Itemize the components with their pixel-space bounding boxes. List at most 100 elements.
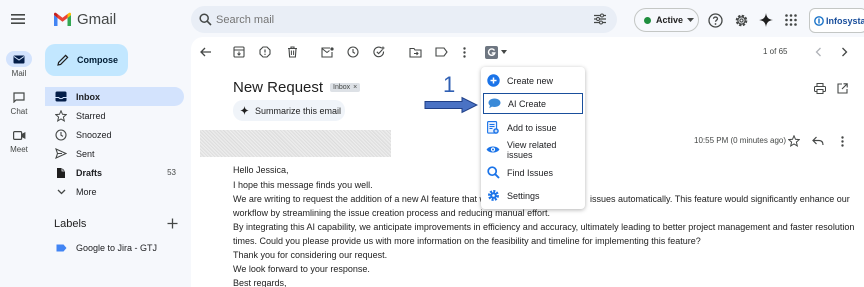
gear-icon [486, 189, 500, 203]
menu-item-label: View related issues [507, 139, 557, 160]
org-label: Infosysta [826, 15, 864, 26]
add-to-issue-icon [486, 121, 500, 135]
labels-heading: Labels [54, 218, 87, 230]
rail-mail-label: Mail [11, 69, 27, 78]
search-options-icon[interactable] [594, 13, 606, 25]
status-button[interactable]: Active [634, 8, 699, 32]
search-input[interactable] [216, 11, 576, 28]
eye-icon [486, 143, 500, 157]
settings-gear-icon[interactable] [732, 11, 750, 29]
mail-icon [6, 51, 32, 67]
reply-icon[interactable] [811, 134, 825, 148]
infosysta-logo-icon [814, 15, 824, 26]
move-to-icon[interactable] [408, 45, 422, 59]
sidebar-item-sent[interactable]: Sent [45, 144, 184, 163]
main-menu-icon[interactable] [11, 13, 25, 25]
status-dot-icon [644, 16, 651, 24]
body-line: I hope this message finds you well. [233, 180, 373, 190]
sidebar-item-starred[interactable]: Starred [45, 106, 184, 125]
label-icon[interactable] [434, 45, 448, 59]
menu-item-label: AI Create [508, 98, 547, 109]
menu-item-label: Settings [507, 190, 540, 201]
compose-label: Compose [77, 55, 119, 65]
open-new-window-icon[interactable] [835, 81, 849, 95]
rail-meet[interactable]: Meet [0, 127, 38, 154]
more-vert-icon[interactable] [457, 45, 471, 59]
star-icon [54, 109, 68, 122]
label-item-text: Google to Jira - GTJ [76, 242, 158, 253]
ai-chat-icon [487, 97, 501, 111]
menu-item-create-new[interactable]: Create new [483, 70, 583, 91]
rail-meet-label: Meet [10, 145, 28, 154]
meet-icon [6, 127, 32, 143]
pagination-text: 1 of 65 [763, 47, 788, 56]
body-line: times. Could you please provide us with … [233, 236, 701, 246]
search-bar[interactable] [191, 6, 617, 33]
gtj-addon-button[interactable] [485, 45, 509, 59]
menu-item-add-to-issue[interactable]: Add to issue [483, 117, 583, 138]
trash-icon[interactable] [285, 45, 299, 59]
help-icon[interactable] [706, 11, 724, 29]
sidebar-item-label: Drafts [76, 167, 103, 178]
compose-button[interactable]: Compose [45, 44, 128, 76]
archive-icon[interactable] [232, 45, 246, 59]
rail-mail[interactable]: Mail [0, 51, 38, 78]
chat-icon [6, 89, 32, 105]
inbox-tag-label: Inbox [333, 84, 351, 91]
add-label-icon[interactable] [167, 218, 178, 229]
gmail-m-icon [53, 12, 72, 27]
status-label: Active [656, 15, 684, 25]
annotation-arrow-icon [424, 96, 478, 114]
menu-item-label: Add to issue [507, 122, 557, 133]
sidebar-item-snoozed[interactable]: Snoozed [45, 125, 184, 144]
body-line-tail: issues automatically. This feature would… [590, 194, 850, 204]
apps-grid-icon[interactable] [782, 11, 800, 29]
print-icon[interactable] [813, 81, 827, 95]
menu-item-find-issues[interactable]: Find Issues [483, 162, 583, 183]
draft-icon [54, 167, 68, 179]
gemini-sparkle-icon[interactable] [757, 11, 775, 29]
menu-item-settings[interactable]: Settings [483, 185, 583, 206]
menu-item-ai-create[interactable]: AI Create [483, 93, 583, 114]
sidebar-item-drafts[interactable]: Drafts 53 [45, 163, 184, 182]
menu-item-view-related[interactable]: View related issues [483, 139, 583, 160]
chevron-right-icon[interactable] [837, 45, 851, 59]
subject-text: New Request [233, 79, 324, 96]
rail-chat[interactable]: Chat [0, 89, 38, 116]
drafts-count: 53 [167, 168, 176, 177]
body-line: We are writing to request the addition o… [233, 194, 486, 204]
report-spam-icon[interactable] [258, 45, 272, 59]
email-timestamp: 10:55 PM (0 minutes ago) [694, 136, 787, 145]
caret-down-icon [501, 50, 507, 54]
sidebar-item-inbox[interactable]: Inbox [45, 87, 184, 106]
plus-circle-icon [486, 74, 500, 88]
message-more-icon[interactable] [835, 134, 849, 148]
menu-item-label: Find Issues [507, 167, 554, 178]
summarize-label: Summarize this email [255, 105, 342, 116]
account-org-button[interactable]: Infosysta [809, 8, 864, 33]
sidebar-item-label: Starred [76, 110, 106, 121]
annotation-step-number: 1 [443, 72, 456, 97]
label-item-gtj[interactable]: Google to Jira - GTJ [45, 238, 184, 257]
mark-unread-icon[interactable] [320, 45, 334, 59]
send-icon [54, 148, 68, 159]
sidebar-item-more[interactable]: More [45, 182, 184, 201]
star-message-icon[interactable] [787, 134, 801, 148]
gmail-logo[interactable]: Gmail [53, 11, 116, 28]
snooze-clock-icon[interactable] [346, 45, 360, 59]
rail-chat-label: Chat [10, 107, 28, 116]
pencil-icon [57, 54, 69, 66]
back-arrow-icon[interactable] [199, 45, 213, 59]
add-task-icon[interactable] [372, 45, 386, 59]
sidebar-item-label: Inbox [76, 91, 100, 102]
inbox-tag[interactable]: Inbox × [330, 83, 361, 92]
clock-icon [54, 128, 68, 141]
gmail-wordmark: Gmail [77, 11, 117, 28]
search-icon[interactable] [199, 13, 212, 26]
sidebar-item-label: More [76, 186, 97, 197]
inbox-icon [54, 91, 68, 102]
summarize-button[interactable]: Summarize this email [233, 100, 345, 121]
chevron-left-icon[interactable] [811, 45, 825, 59]
remove-tag-icon[interactable]: × [353, 84, 357, 91]
sparkle-icon [240, 106, 249, 115]
